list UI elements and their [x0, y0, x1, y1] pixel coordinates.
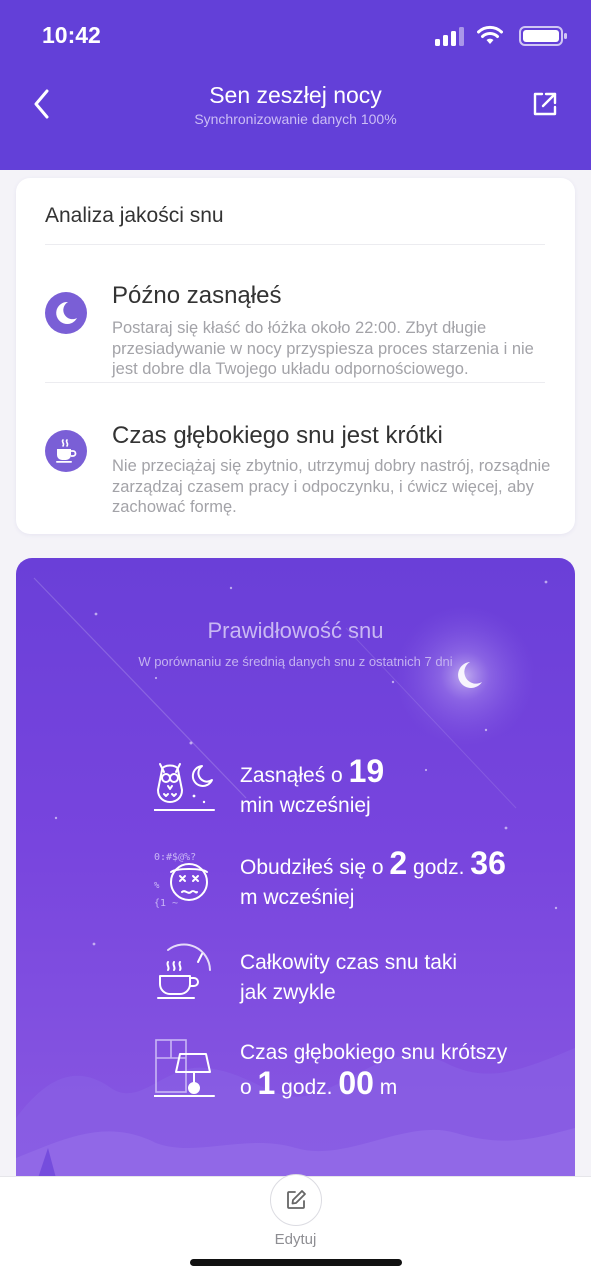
- sync-status: Synchronizowanie danych 100%: [194, 111, 397, 127]
- tip-title: Czas głębokiego snu jest krótki: [112, 422, 443, 449]
- stat-value-minutes: 00: [338, 1065, 374, 1101]
- tip-title: Późno zasnąłeś: [112, 282, 282, 309]
- edit-label[interactable]: Edytuj: [0, 1231, 591, 1248]
- header-bar: 10:42 Sen zeszłej nocy Synchronizowanie …: [0, 0, 591, 170]
- tip-body: Nie przeciążaj się zbytnio, utrzymuj dob…: [112, 457, 551, 516]
- page-title: Sen zeszłej nocy: [209, 82, 382, 108]
- stat-suffix: min wcześniej: [240, 794, 371, 817]
- wifi-icon: [477, 25, 503, 44]
- stat-woke-up: 0:#$@%? % {1 ~ Obudziłeś się o 2 godz. 3…: [154, 844, 554, 914]
- stat-prefix: Obudziłeś się o: [240, 856, 390, 879]
- regularity-title: Prawidłowość snu: [207, 618, 384, 643]
- stat-value-minutes: 36: [470, 845, 506, 881]
- stat-line1: Całkowity czas snu taki: [240, 951, 458, 974]
- stat-deep-sleep: Czas głębokiego snu krótszy o 1 godz. 00…: [154, 1034, 554, 1104]
- stat-text: Zasnąłeś o 19 min wcześniej: [240, 753, 560, 821]
- tip-body: Postaraj się kłaść do łóżka około 22:00.…: [112, 319, 534, 378]
- sleep-analysis-card: Analiza jakości snu Późno zasnąłeś Posta…: [16, 178, 575, 534]
- stat-prefix: Zasnąłeś o: [240, 764, 349, 787]
- divider: [45, 382, 545, 383]
- stat-line1: Czas głębokiego snu krótszy: [240, 1041, 508, 1064]
- stat-suffix: m: [373, 1076, 398, 1099]
- stat-mid: godz.: [407, 856, 471, 879]
- divider: [45, 244, 545, 245]
- tip-short-deep-sleep: Czas głębokiego snu jest krótki Nie prze…: [16, 414, 575, 524]
- stat-prefix: o: [240, 1076, 258, 1099]
- stat-text: Całkowity czas snu taki jak zwykle: [240, 948, 560, 1008]
- coffee-cup-icon: [45, 430, 87, 472]
- signal-icon: [435, 27, 464, 46]
- stat-total-sleep: Całkowity czas snu taki jak zwykle: [154, 943, 554, 1014]
- stat-value-hours: 2: [389, 845, 408, 881]
- svg-text:%: %: [154, 881, 160, 891]
- stat-value-hours: 1: [257, 1065, 276, 1101]
- status-time: 10:42: [42, 22, 101, 48]
- moon-icon: [45, 292, 87, 334]
- stat-text: Obudziłeś się o 2 godz. 36 m wcześniej: [240, 845, 560, 913]
- stat-value: 19: [348, 753, 385, 789]
- dizzy-face-icon: 0:#$@%? % {1 ~: [154, 852, 208, 909]
- edit-button[interactable]: [270, 1174, 322, 1226]
- edit-icon: [287, 1190, 306, 1209]
- bed-lamp-icon: [154, 1039, 215, 1097]
- regularity-subtitle: W porównaniu ze średnią danych snu z ost…: [138, 654, 453, 669]
- card-title: Analiza jakości snu: [45, 204, 224, 227]
- cup-clock-icon: [157, 943, 211, 999]
- svg-text:0:#$@%?: 0:#$@%?: [154, 852, 196, 863]
- stat-suffix: m wcześniej: [240, 886, 355, 909]
- svg-text:{1 ~: {1 ~: [154, 898, 178, 909]
- home-indicator: [190, 1259, 402, 1266]
- share-icon[interactable]: [529, 88, 561, 120]
- status-icons: [429, 25, 569, 46]
- stat-line2: jak zwykle: [240, 981, 336, 1004]
- stat-fell-asleep: Zasnąłeś o 19 min wcześniej: [154, 754, 554, 824]
- owl-icon: [154, 763, 215, 811]
- tip-late-sleep: Późno zasnąłeś Postaraj się kłaść do łóż…: [16, 274, 575, 384]
- stat-mid: godz.: [275, 1076, 339, 1099]
- sleep-regularity-card: Prawidłowość snu W porównaniu ze średnią…: [16, 558, 575, 1198]
- stat-text: Czas głębokiego snu krótszy o 1 godz. 00…: [240, 1038, 560, 1103]
- battery-icon: [519, 26, 567, 46]
